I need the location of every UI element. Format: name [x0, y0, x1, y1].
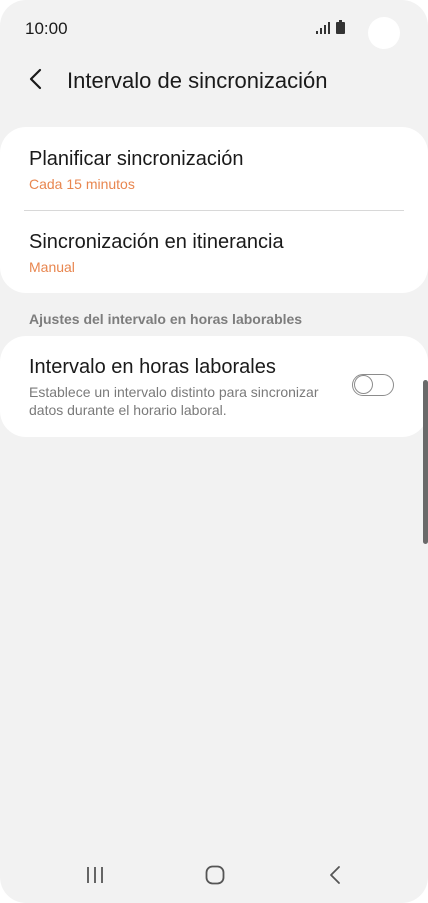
- schedule-sync-item[interactable]: Planificar sincronización Cada 15 minuto…: [29, 148, 408, 192]
- roaming-sync-item[interactable]: Sincronización en itinerancia Manual: [29, 231, 408, 275]
- page-title: Intervalo de sincronización: [67, 68, 328, 93]
- roaming-sync-title: Sincronización en itinerancia: [29, 231, 284, 253]
- back-icon[interactable]: [328, 865, 342, 885]
- section-header: Ajustes del intervalo en horas laborable…: [29, 311, 303, 327]
- battery-icon: [336, 20, 345, 34]
- work-hours-item[interactable]: Intervalo en horas laborales Establece u…: [29, 356, 332, 419]
- sync-settings-card: Planificar sincronización Cada 15 minuto…: [0, 127, 428, 293]
- schedule-sync-title: Planificar sincronización: [29, 148, 244, 170]
- status-bar: 10:00: [0, 0, 428, 56]
- app-header: Intervalo de sincronización: [0, 56, 428, 108]
- camera-cutout: [368, 17, 400, 49]
- scroll-indicator[interactable]: [423, 380, 428, 544]
- work-hours-toggle[interactable]: [352, 374, 394, 396]
- work-hours-card: Intervalo en horas laborales Establece u…: [0, 336, 428, 437]
- work-hours-description: Establece un intervalo distinto para sin…: [29, 384, 319, 418]
- schedule-sync-value: Cada 15 minutos: [29, 176, 135, 192]
- phone-screen: 10:00 Intervalo de sincronización Planif…: [0, 0, 428, 903]
- status-time: 10:00: [25, 19, 68, 38]
- back-arrow-icon[interactable]: [24, 66, 48, 92]
- roaming-sync-value: Manual: [29, 259, 75, 275]
- toggle-knob: [354, 375, 373, 394]
- work-hours-title: Intervalo en horas laborales: [29, 356, 276, 378]
- signal-icon: [316, 22, 330, 34]
- divider: [24, 210, 404, 211]
- navigation-bar: [0, 850, 428, 903]
- home-icon[interactable]: [205, 865, 225, 885]
- recents-icon[interactable]: [85, 866, 105, 884]
